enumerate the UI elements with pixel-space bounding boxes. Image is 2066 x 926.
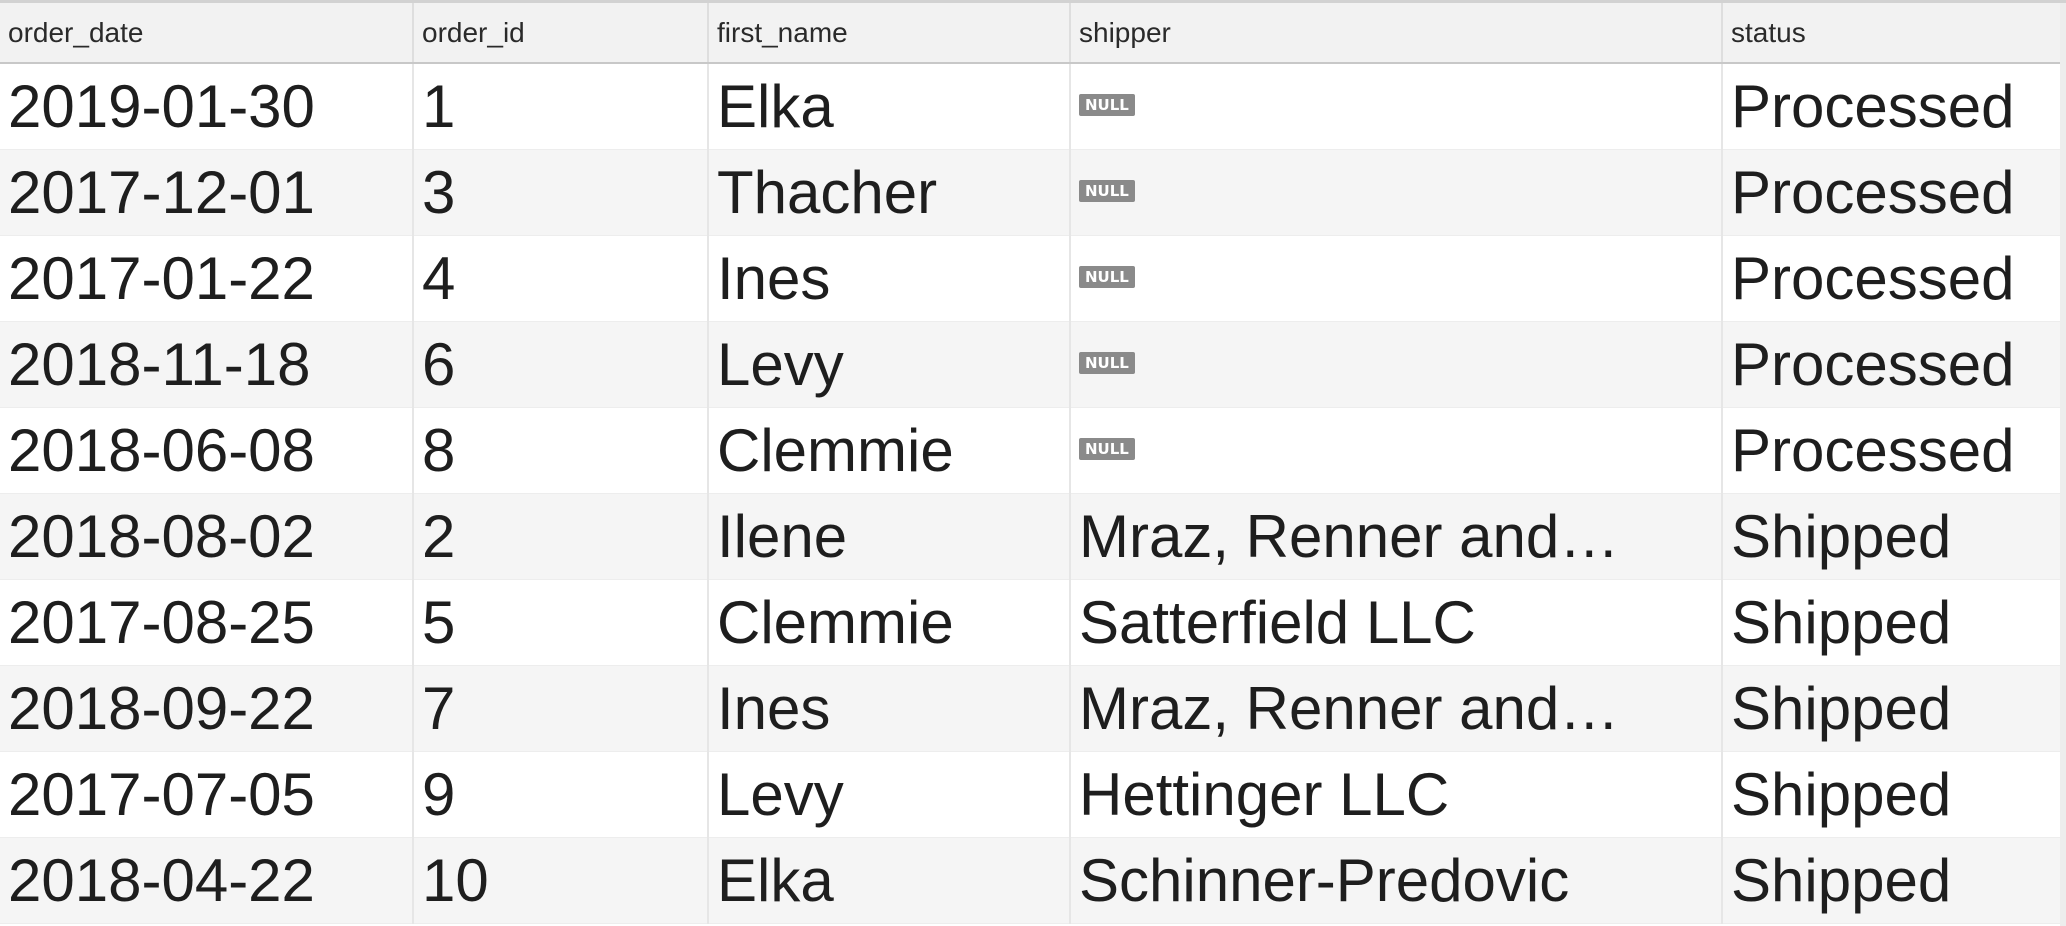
cell-order-date[interactable]: 2017-01-22	[0, 235, 414, 322]
cell-first-name[interactable]: Ilene	[708, 493, 1071, 580]
cell-status[interactable]: Shipped	[1722, 837, 2066, 924]
cell-first-name[interactable]: Elka	[708, 837, 1071, 924]
cell-order-id[interactable]: 3	[413, 149, 709, 236]
column-header-status[interactable]: status	[1722, 3, 2066, 64]
cell-first-name[interactable]: Ines	[708, 235, 1071, 322]
null-badge: NULL	[1079, 437, 1135, 460]
cell-order-id[interactable]: 6	[413, 321, 709, 408]
cell-order-id[interactable]: 5	[413, 579, 709, 666]
cell-order-id[interactable]: 7	[413, 665, 709, 752]
cell-status[interactable]: Processed	[1722, 321, 2066, 408]
cell-first-name[interactable]: Levy	[708, 321, 1071, 408]
cell-shipper[interactable]: NULL	[1070, 407, 1723, 494]
header-row: order_date order_id first_name shipper s…	[0, 3, 2066, 64]
cell-shipper[interactable]: NULL	[1070, 235, 1723, 322]
cell-order-date[interactable]: 2017-12-01	[0, 149, 414, 236]
null-badge: NULL	[1079, 351, 1135, 374]
cell-order-date[interactable]: 2018-04-22	[0, 837, 414, 924]
table-row[interactable]: 2017-08-25 5 Clemmie Satterfield LLC Shipped	[0, 579, 2066, 666]
vertical-scrollbar[interactable]	[2060, 3, 2066, 926]
table-row[interactable]: 2018-06-08 8 Clemmie NULL Processed	[0, 407, 2066, 494]
results-table: order_date order_id first_name shipper s…	[0, 3, 2066, 924]
cell-shipper[interactable]: NULL	[1070, 149, 1723, 236]
column-header-order-date[interactable]: order_date	[0, 3, 414, 64]
cell-shipper[interactable]: Schinner-Predovic	[1070, 837, 1723, 924]
cell-status[interactable]: Processed	[1722, 407, 2066, 494]
cell-shipper[interactable]: NULL	[1070, 63, 1723, 150]
cell-first-name[interactable]: Clemmie	[708, 407, 1071, 494]
cell-shipper[interactable]: Mraz, Renner and…	[1070, 493, 1723, 580]
null-badge: NULL	[1079, 93, 1135, 116]
cell-order-date[interactable]: 2017-07-05	[0, 751, 414, 838]
cell-status[interactable]: Shipped	[1722, 665, 2066, 752]
table-row[interactable]: 2019-01-30 1 Elka NULL Processed	[0, 63, 2066, 150]
cell-shipper[interactable]: Hettinger LLC	[1070, 751, 1723, 838]
cell-order-id[interactable]: 9	[413, 751, 709, 838]
cell-order-date[interactable]: 2018-09-22	[0, 665, 414, 752]
cell-status[interactable]: Processed	[1722, 235, 2066, 322]
cell-first-name[interactable]: Levy	[708, 751, 1071, 838]
null-badge: NULL	[1079, 265, 1135, 288]
cell-order-id[interactable]: 4	[413, 235, 709, 322]
cell-shipper[interactable]: NULL	[1070, 321, 1723, 408]
cell-status[interactable]: Processed	[1722, 63, 2066, 150]
cell-order-date[interactable]: 2018-11-18	[0, 321, 414, 408]
cell-status[interactable]: Shipped	[1722, 579, 2066, 666]
cell-first-name[interactable]: Elka	[708, 63, 1071, 150]
cell-status[interactable]: Processed	[1722, 149, 2066, 236]
cell-order-date[interactable]: 2018-08-02	[0, 493, 414, 580]
cell-order-id[interactable]: 1	[413, 63, 709, 150]
column-header-first-name[interactable]: first_name	[708, 3, 1071, 64]
cell-order-date[interactable]: 2018-06-08	[0, 407, 414, 494]
table-row[interactable]: 2017-12-01 3 Thacher NULL Processed	[0, 149, 2066, 236]
cell-first-name[interactable]: Thacher	[708, 149, 1071, 236]
cell-shipper[interactable]: Mraz, Renner and…	[1070, 665, 1723, 752]
cell-order-id[interactable]: 8	[413, 407, 709, 494]
cell-status[interactable]: Shipped	[1722, 751, 2066, 838]
null-badge: NULL	[1079, 179, 1135, 202]
cell-status[interactable]: Shipped	[1722, 493, 2066, 580]
table-body: 2019-01-30 1 Elka NULL Processed 2017-12-01 3 T…	[0, 63, 2066, 924]
column-header-shipper[interactable]: shipper	[1070, 3, 1723, 64]
table-row[interactable]: 2018-04-22 10 Elka Schinner-Predovic Shipped	[0, 837, 2066, 924]
table-row[interactable]: 2018-09-22 7 Ines Mraz, Renner and… Shipped	[0, 665, 2066, 752]
cell-shipper[interactable]: Satterfield LLC	[1070, 579, 1723, 666]
results-grid: order_date order_id first_name shipper s…	[0, 0, 2066, 926]
cell-order-id[interactable]: 2	[413, 493, 709, 580]
table-row[interactable]: 2018-08-02 2 Ilene Mraz, Renner and… Shipped	[0, 493, 2066, 580]
cell-order-date[interactable]: 2019-01-30	[0, 63, 414, 150]
cell-first-name[interactable]: Ines	[708, 665, 1071, 752]
table-row[interactable]: 2017-01-22 4 Ines NULL Processed	[0, 235, 2066, 322]
table-row[interactable]: 2017-07-05 9 Levy Hettinger LLC Shipped	[0, 751, 2066, 838]
cell-first-name[interactable]: Clemmie	[708, 579, 1071, 666]
cell-order-date[interactable]: 2017-08-25	[0, 579, 414, 666]
cell-order-id[interactable]: 10	[413, 837, 709, 924]
column-header-order-id[interactable]: order_id	[413, 3, 709, 64]
table-row[interactable]: 2018-11-18 6 Levy NULL Processed	[0, 321, 2066, 408]
